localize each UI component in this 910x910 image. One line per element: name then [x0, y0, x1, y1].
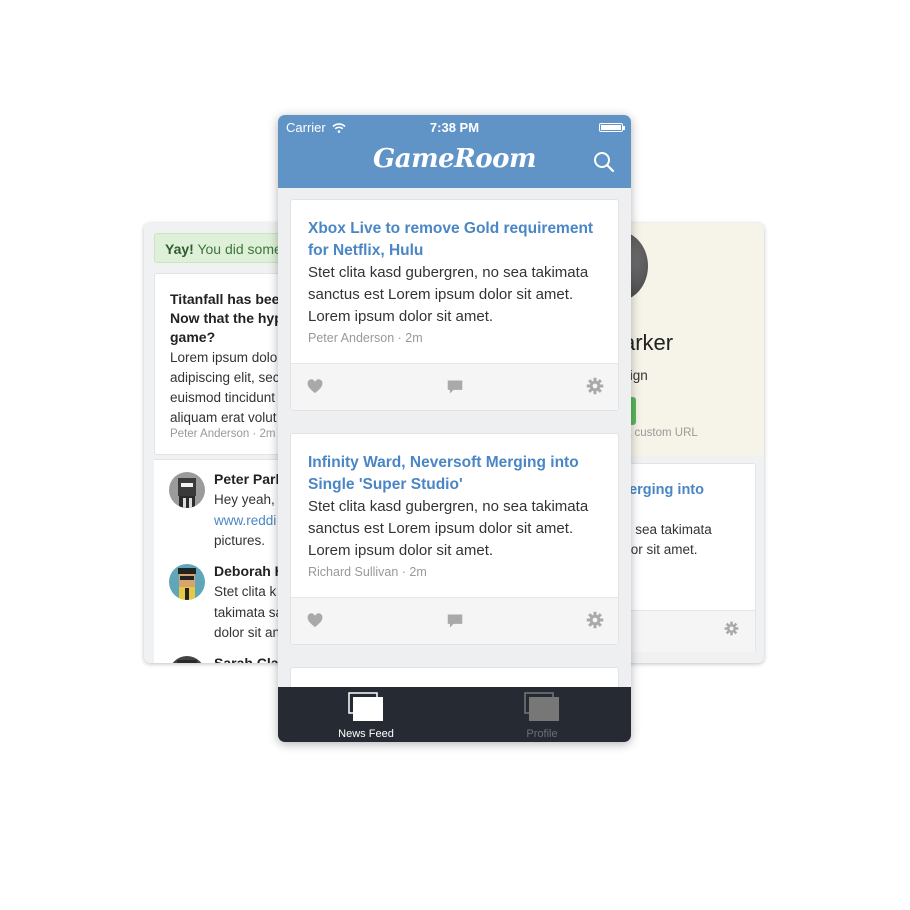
post-meta: Richard Sullivan · 2m [308, 565, 427, 579]
search-icon[interactable] [591, 149, 617, 175]
alert-text: You did some [193, 241, 282, 257]
app-logo: GameRoom [373, 144, 536, 174]
comment-author[interactable]: Deborah H [214, 563, 285, 579]
comment-text: Hey yeah, www.reddi pictures. [214, 490, 279, 552]
profile-icon [524, 692, 559, 721]
post-meta: Peter Anderson · 2m [170, 428, 276, 440]
heart-icon[interactable] [307, 613, 323, 628]
post-title[interactable]: Xbox Live to remove Gold requirement for… [308, 218, 593, 262]
comment-author[interactable]: Peter Park [214, 471, 283, 487]
post-meta: Peter Anderson · 2m [308, 331, 423, 345]
comment-text-end: pictures. [214, 533, 266, 548]
post-actions [291, 597, 618, 644]
gear-icon[interactable] [586, 611, 604, 629]
comment-text-start: Hey yeah, [214, 492, 279, 507]
tab-label: News Feed [338, 728, 394, 740]
gear-icon[interactable] [724, 621, 739, 636]
post-card[interactable]: Infinity Ward, Neversoft Merging into Si… [290, 433, 619, 645]
post-body: Lorem ipsum dolo adipiscing elit, sec eu… [170, 350, 280, 425]
tab-profile[interactable]: Profile [454, 687, 630, 742]
phone-screen: Carrier 7:38 PM GameRoom Xbox Live to re… [278, 115, 631, 742]
status-time: 7:38 PM [429, 120, 480, 135]
tab-news-feed[interactable]: News Feed [278, 687, 454, 742]
navigation-bar: Carrier 7:38 PM GameRoom [278, 115, 631, 188]
post-body: Stet clita kasd gubergren, no sea takima… [308, 498, 589, 559]
news-feed-icon [348, 692, 383, 721]
avatar[interactable] [169, 656, 205, 663]
gear-icon[interactable] [586, 377, 604, 395]
comment-link[interactable]: www.reddi [214, 513, 276, 528]
post-body: Stet clita kasd gubergren, no sea takima… [308, 264, 589, 325]
heart-icon[interactable] [307, 379, 323, 394]
battery-icon [599, 123, 625, 132]
post-actions [291, 363, 618, 410]
comment-text: Stet clita k takimata sa dolor sit an [214, 584, 284, 640]
avatar[interactable] [169, 472, 205, 508]
tab-label: Profile [526, 728, 558, 740]
comment-author[interactable]: Sarah Cla [214, 655, 279, 663]
comment-icon[interactable] [446, 613, 464, 629]
comment-icon[interactable] [446, 379, 464, 395]
post-card[interactable]: Xbox Live to remove Gold requirement for… [290, 199, 619, 411]
post-title[interactable]: Infinity Ward, Neversoft Merging into Si… [308, 452, 579, 496]
avatar[interactable] [169, 564, 205, 600]
alert-strong: Yay! [165, 241, 194, 257]
tab-bar: News Feed Profile [278, 687, 631, 742]
